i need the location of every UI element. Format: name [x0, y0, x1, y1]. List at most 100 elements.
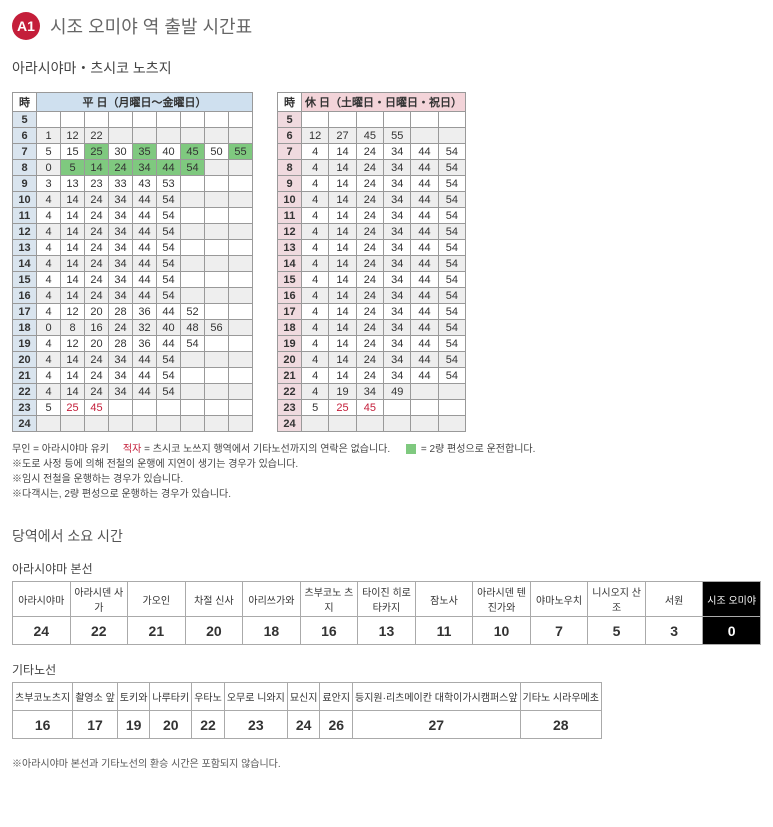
minute-cell-empty	[181, 176, 205, 192]
minute-cell: 54	[438, 192, 465, 208]
minute-cell: 45	[356, 400, 383, 416]
minute-cell: 44	[133, 192, 157, 208]
minute-cell: 54	[438, 352, 465, 368]
minute-cell: 44	[411, 288, 438, 304]
minute-cell-empty	[229, 128, 253, 144]
minute-cell: 24	[85, 352, 109, 368]
minute-cell: 4	[302, 320, 329, 336]
minute-cell: 54	[438, 288, 465, 304]
minute-cell: 4	[302, 256, 329, 272]
minute-cell: 24	[85, 224, 109, 240]
main-line-name: 아라시야마 본선	[12, 560, 761, 577]
hour-cell: 21	[13, 368, 37, 384]
minute-cell: 24	[356, 176, 383, 192]
minute-cell: 14	[329, 224, 356, 240]
minute-cell-empty	[229, 336, 253, 352]
minute-cell-empty	[438, 384, 465, 400]
minute-cell: 25	[85, 144, 109, 160]
minute-cell: 54	[157, 256, 181, 272]
minute-cell: 14	[329, 320, 356, 336]
duration-section-title: 당역에서 소요 시간	[12, 526, 761, 546]
minute-cell: 44	[133, 384, 157, 400]
minute-cell-empty	[205, 368, 229, 384]
hour-cell: 13	[278, 240, 302, 256]
minute-cell: 4	[302, 304, 329, 320]
minute-cell-empty	[205, 288, 229, 304]
station-minutes: 16	[300, 617, 358, 645]
minute-cell-empty	[229, 352, 253, 368]
minute-cell-empty	[229, 224, 253, 240]
hour-cell: 24	[13, 416, 37, 432]
hour-cell: 14	[278, 256, 302, 272]
minute-cell: 24	[356, 208, 383, 224]
minute-cell-empty	[205, 416, 229, 432]
minute-cell-empty	[181, 224, 205, 240]
minute-cell-empty	[229, 368, 253, 384]
minute-cell: 34	[384, 240, 411, 256]
station-minutes: 23	[224, 711, 287, 739]
station-name: 료안지	[320, 683, 353, 711]
minute-cell: 54	[157, 272, 181, 288]
minute-cell-empty	[181, 128, 205, 144]
minute-cell: 4	[302, 240, 329, 256]
minute-cell: 44	[133, 240, 157, 256]
minute-cell: 16	[85, 320, 109, 336]
minute-cell: 4	[37, 384, 61, 400]
hour-cell: 22	[278, 384, 302, 400]
minute-cell: 24	[356, 304, 383, 320]
minute-cell-empty	[205, 112, 229, 128]
minute-cell: 13	[61, 176, 85, 192]
minute-cell: 34	[109, 256, 133, 272]
minute-cell: 12	[61, 336, 85, 352]
minute-cell: 44	[411, 224, 438, 240]
hour-cell: 24	[278, 416, 302, 432]
minute-cell: 40	[157, 320, 181, 336]
station-minutes: 13	[358, 617, 416, 645]
minute-cell: 54	[438, 160, 465, 176]
station-minutes: 17	[73, 711, 118, 739]
minute-cell-empty	[205, 336, 229, 352]
station-name: 토키와	[117, 683, 150, 711]
minute-cell-empty	[133, 400, 157, 416]
station-minutes: 0	[703, 617, 761, 645]
hour-cell: 6	[13, 128, 37, 144]
legend-green-text: = 2량 편성으로 운전합니다.	[418, 444, 535, 455]
minute-cell-empty	[438, 112, 465, 128]
minute-cell: 15	[61, 144, 85, 160]
minute-cell-empty	[229, 272, 253, 288]
minute-cell-empty	[133, 112, 157, 128]
minute-cell: 4	[37, 224, 61, 240]
minute-cell: 54	[157, 368, 181, 384]
minute-cell-empty	[85, 112, 109, 128]
minute-cell: 54	[438, 368, 465, 384]
minute-cell-empty	[181, 240, 205, 256]
minute-cell: 32	[133, 320, 157, 336]
minute-cell: 25	[61, 400, 85, 416]
minute-cell: 4	[302, 288, 329, 304]
hour-cell: 10	[278, 192, 302, 208]
minute-cell-empty	[205, 256, 229, 272]
minute-cell-empty	[61, 416, 85, 432]
minute-cell: 45	[85, 400, 109, 416]
minute-cell-empty	[384, 416, 411, 432]
minute-cell-empty	[61, 112, 85, 128]
minute-cell: 4	[302, 384, 329, 400]
minute-cell: 44	[411, 368, 438, 384]
minute-cell-empty	[302, 416, 329, 432]
minute-cell-empty	[205, 224, 229, 240]
minute-cell-empty	[157, 112, 181, 128]
minute-cell: 44	[411, 352, 438, 368]
minute-cell: 14	[329, 288, 356, 304]
minute-cell-empty	[205, 384, 229, 400]
station-name: 서원	[645, 582, 703, 617]
hour-cell: 11	[278, 208, 302, 224]
minute-cell: 14	[61, 368, 85, 384]
legend-muin: 무인 = 아라시야마 유키	[12, 444, 109, 455]
hour-cell: 8	[278, 160, 302, 176]
day-type-header: 休 日（土曜日・日曜日・祝日）	[302, 93, 466, 112]
minute-cell: 54	[157, 288, 181, 304]
minute-cell: 56	[205, 320, 229, 336]
hour-cell: 9	[13, 176, 37, 192]
minute-cell: 14	[329, 144, 356, 160]
minute-cell: 14	[329, 176, 356, 192]
